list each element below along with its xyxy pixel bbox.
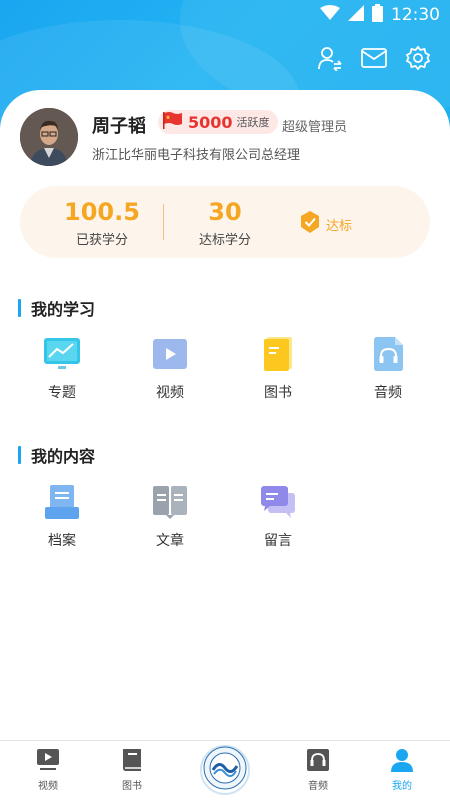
topic-icon: [42, 334, 82, 374]
avatar[interactable]: [20, 108, 78, 166]
content-section-title: 我的内容: [18, 443, 95, 467]
content-grid: 档案 文章 留言: [0, 482, 450, 552]
video-icon: [150, 334, 190, 374]
nav-item-audio[interactable]: 音频: [288, 747, 348, 792]
nav-label: 视频: [38, 781, 58, 792]
user-company: 浙江比华丽电子科技有限公司总经理: [92, 148, 301, 163]
battery-icon: [372, 4, 383, 26]
earned-credits: 100.5 已获学分: [42, 198, 162, 248]
wifi-icon: [320, 5, 340, 25]
target-credits-label: 达标学分: [198, 233, 251, 248]
status-reached: 达标: [300, 211, 352, 237]
center-logo-icon: [203, 746, 247, 794]
mail-icon[interactable]: [360, 44, 388, 72]
article-icon: [150, 482, 190, 522]
score-panel: 100.5 已获学分 30 达标学分 达标: [20, 186, 430, 258]
learning-item-label: 视频: [156, 385, 184, 401]
target-credits-value: 30: [208, 198, 242, 226]
video-nav-icon: [35, 747, 61, 773]
signal-icon: [348, 5, 364, 25]
activity-label: 活跃度: [236, 116, 270, 129]
learning-item-book[interactable]: 图书: [236, 334, 320, 402]
user-role: 超级管理员: [282, 120, 348, 135]
content-item-archive[interactable]: 档案: [20, 482, 104, 550]
content-item-message[interactable]: 留言: [236, 482, 320, 550]
content-item-label: 文章: [156, 533, 184, 549]
flag-icon: [162, 111, 184, 133]
status-bar: 12:30: [0, 0, 450, 30]
target-credits: 30 达标学分: [165, 198, 285, 248]
learning-grid: 专题 视频 图书 音频: [0, 334, 450, 404]
score-divider: [163, 204, 164, 240]
book-nav-icon: [119, 747, 145, 773]
me-nav-icon: [389, 747, 415, 773]
settings-gear-icon[interactable]: [404, 44, 432, 72]
content-item-label: 留言: [264, 533, 292, 549]
activity-points: 5000: [188, 112, 233, 132]
audio-nav-icon: [305, 747, 331, 773]
activity-badge: 5000 活跃度: [158, 110, 278, 134]
audio-icon: [368, 334, 408, 374]
profile-section: 周子韬 5000 活跃度 超级管理员 浙江比华丽电子科技有限公司总经理: [20, 108, 440, 168]
content-title: 我的内容: [31, 447, 96, 466]
status-reached-label: 达标: [326, 218, 353, 234]
learning-item-label: 音频: [374, 385, 402, 401]
user-name: 周子韬: [92, 116, 146, 137]
nav-label: 音频: [308, 781, 328, 792]
nav-item-book[interactable]: 图书: [102, 747, 162, 792]
archive-icon: [42, 482, 82, 522]
earned-credits-label: 已获学分: [75, 233, 128, 248]
bottom-nav: 视频 图书 音频 我的: [0, 740, 450, 800]
nav-label: 我的: [392, 781, 412, 792]
learning-item-label: 专题: [48, 385, 76, 401]
nav-item-home-logo[interactable]: [200, 745, 250, 795]
status-time: 12:30: [391, 5, 440, 25]
content-item-label: 档案: [48, 533, 76, 549]
book-icon: [258, 334, 298, 374]
message-icon: [258, 482, 298, 522]
learning-title: 我的学习: [31, 300, 96, 319]
nav-label: 图书: [122, 781, 142, 792]
nav-item-me[interactable]: 我的: [372, 747, 432, 792]
learning-section-title: 我的学习: [18, 296, 95, 320]
learning-item-audio[interactable]: 音频: [346, 334, 430, 402]
learning-item-topic[interactable]: 专题: [20, 334, 104, 402]
switch-user-icon[interactable]: [316, 44, 344, 72]
earned-credits-value: 100.5: [64, 198, 140, 226]
nav-item-video[interactable]: 视频: [18, 747, 78, 792]
learning-item-video[interactable]: 视频: [128, 334, 212, 402]
check-badge-icon: [300, 211, 320, 237]
content-item-article[interactable]: 文章: [128, 482, 212, 550]
learning-item-label: 图书: [264, 385, 292, 401]
